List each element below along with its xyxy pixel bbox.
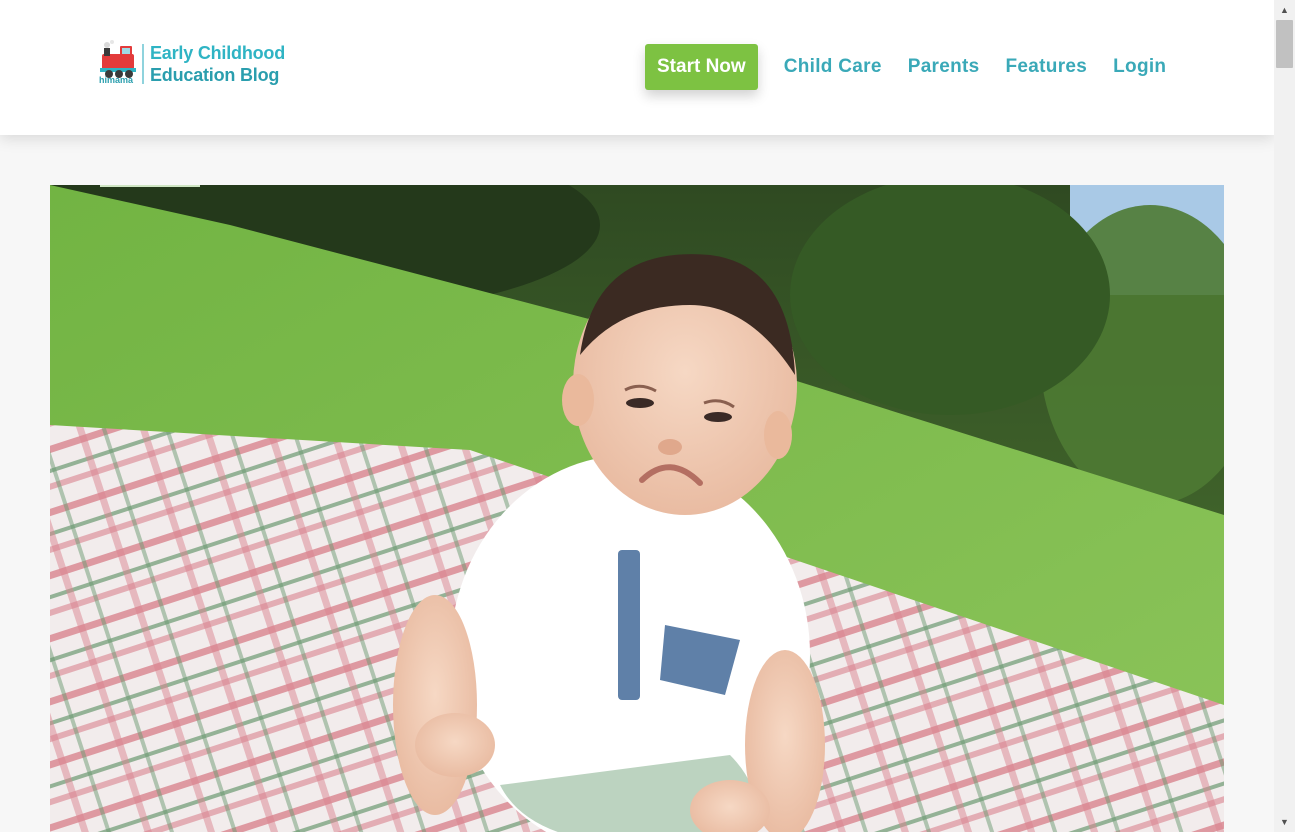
page: himama Early Childhood Education Blog St…: [0, 0, 1274, 832]
nav-link-child-care[interactable]: Child Care: [784, 56, 882, 78]
brand-sub-label: himama: [99, 75, 134, 85]
nav-link-parents[interactable]: Parents: [908, 56, 980, 78]
scroll-down-arrow[interactable]: ▼: [1274, 812, 1295, 832]
hero-top-accent: [100, 185, 200, 187]
vertical-scrollbar[interactable]: ▲ ▼: [1274, 0, 1295, 832]
start-now-button[interactable]: Start Now: [645, 44, 758, 90]
site-header: himama Early Childhood Education Blog St…: [0, 0, 1274, 135]
brand-title-line1: Early Childhood: [150, 43, 286, 63]
hero-image: [50, 185, 1224, 832]
scroll-thumb[interactable]: [1276, 20, 1293, 68]
logo-divider: [142, 44, 144, 84]
main-nav: Start Now Child Care Parents Features Lo…: [645, 44, 1166, 90]
site-logo-link[interactable]: himama Early Childhood Education Blog: [98, 40, 308, 90]
baby-on-picnic-blanket-photo: [50, 185, 1224, 832]
scroll-up-arrow[interactable]: ▲: [1274, 0, 1295, 20]
brand-title-line2: Education Blog: [150, 65, 280, 85]
nav-link-features[interactable]: Features: [1006, 56, 1088, 78]
nav-link-login[interactable]: Login: [1113, 56, 1166, 78]
